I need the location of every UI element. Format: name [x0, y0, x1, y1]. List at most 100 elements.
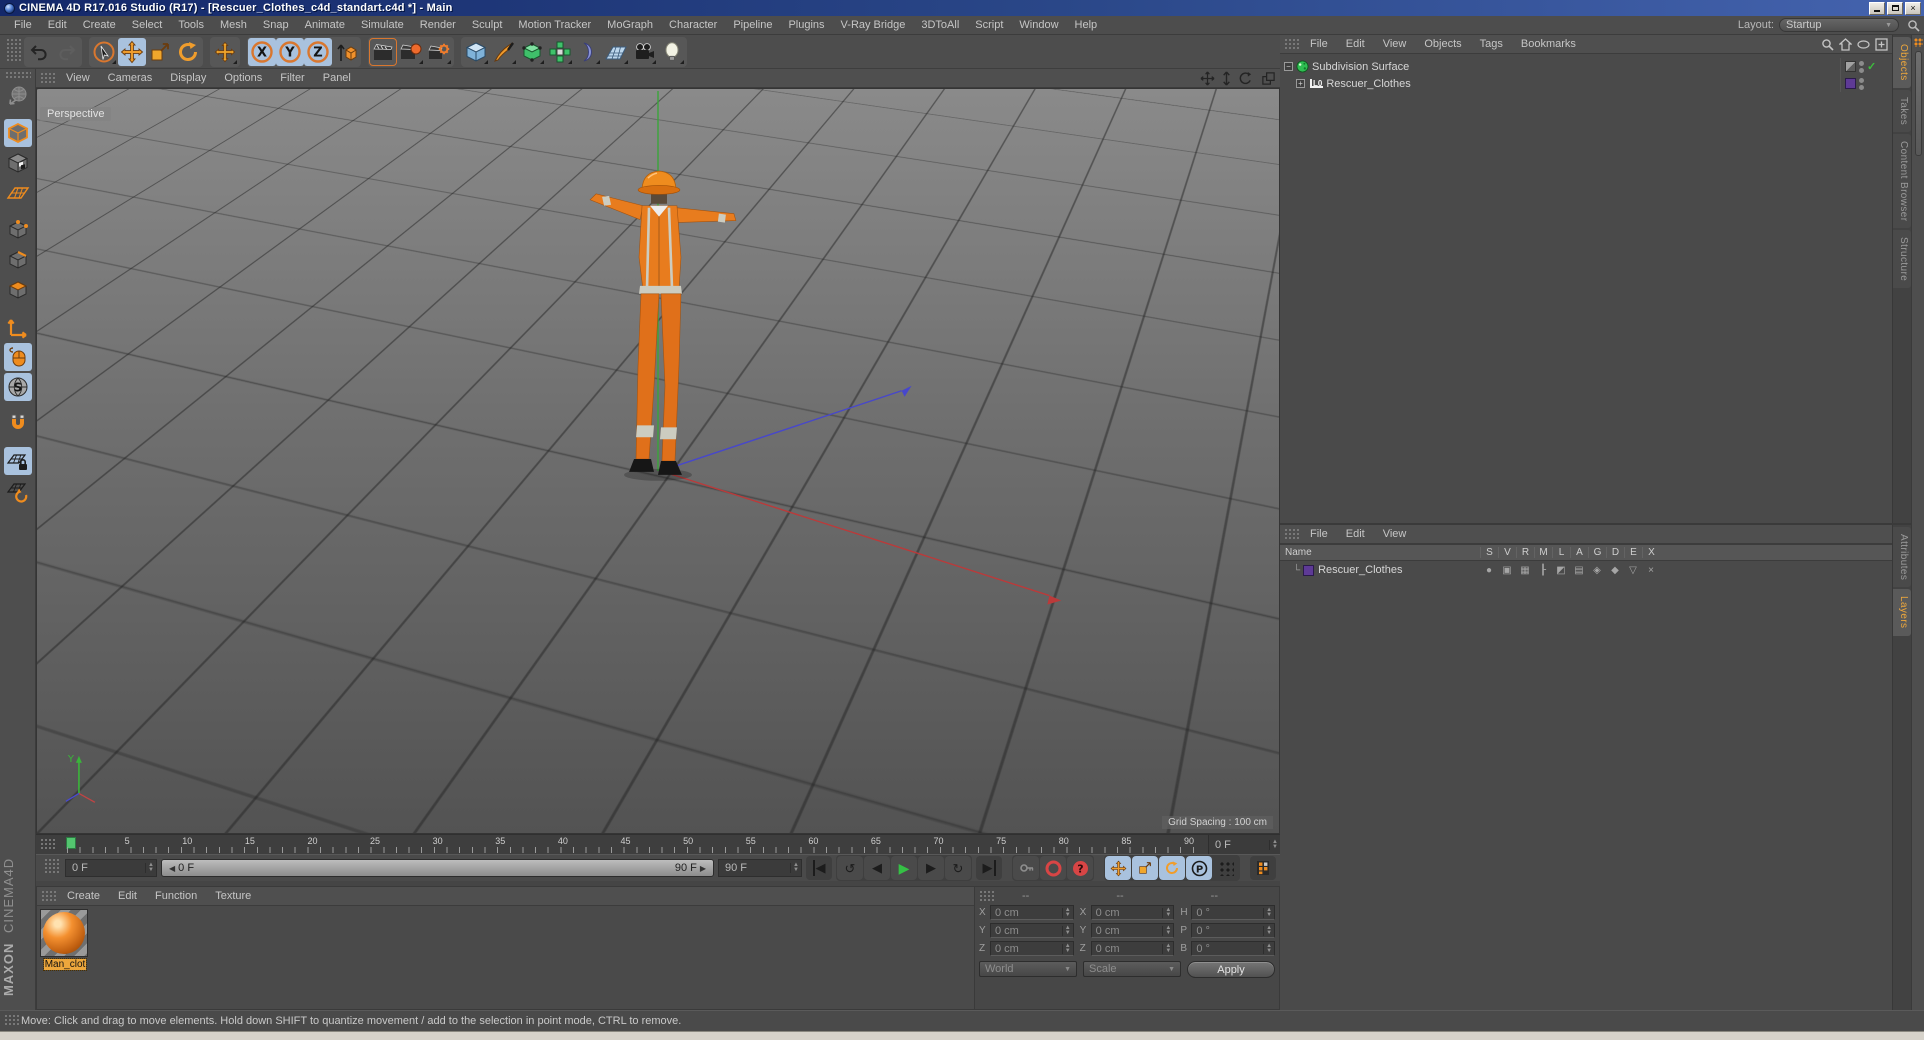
record-keyframe-button[interactable] — [1013, 856, 1039, 880]
tab-takes[interactable]: Takes — [1893, 90, 1911, 132]
size-z-field[interactable]: 0 cm ▲ ▼ — [1091, 941, 1175, 956]
menu-item[interactable]: Pipeline — [725, 17, 780, 33]
goto-end-button[interactable]: ▶ — [976, 856, 1002, 880]
layer-toggle-icon[interactable]: ◆ — [1606, 565, 1624, 576]
perspective-viewport[interactable]: Y Perspective Grid Spacing : 100 cm — [36, 88, 1280, 834]
layer-toggle-icon[interactable]: ▤ — [1570, 565, 1588, 576]
snap-settings-button[interactable]: S — [4, 373, 32, 401]
viewport-maximize-icon[interactable] — [1261, 71, 1276, 86]
tab-objects[interactable]: Objects — [1893, 37, 1911, 88]
object-manager-menu-item[interactable]: View — [1374, 36, 1416, 52]
layer-toggle-icon[interactable]: ● — [1480, 565, 1498, 576]
key-position-toggle[interactable] — [1105, 856, 1131, 880]
layer-toggle-icon[interactable]: ▽ — [1624, 565, 1642, 576]
layer-name[interactable]: Rescuer_Clothes — [1318, 564, 1402, 576]
make-editable-button[interactable] — [4, 82, 32, 110]
toolbar-grip[interactable] — [5, 37, 21, 63]
object-name[interactable]: Subdivision Surface — [1312, 61, 1409, 73]
enable-snap-button[interactable] — [4, 410, 32, 438]
last-used-tool[interactable] — [211, 38, 239, 66]
play-button[interactable]: ▶ — [891, 856, 917, 880]
material-menubar-grip[interactable] — [40, 889, 56, 902]
layer-column-header[interactable]: R — [1516, 547, 1534, 558]
transport-grip[interactable] — [43, 857, 59, 875]
visibility-dots-icon[interactable] — [1859, 61, 1864, 73]
menu-item[interactable]: Create — [75, 17, 124, 33]
coords-grip[interactable] — [978, 889, 994, 902]
minimize-button[interactable] — [1869, 2, 1885, 15]
position-z-field[interactable]: 0 cm ▲ ▼ — [990, 941, 1074, 956]
layer-column-header[interactable]: A — [1570, 547, 1588, 558]
rescuer-character-model[interactable] — [590, 171, 736, 475]
status-grip[interactable] — [3, 1013, 19, 1026]
layer-column-header[interactable]: V — [1498, 547, 1516, 558]
transform-mode-dropdown[interactable]: Scale ▼ — [1083, 961, 1181, 977]
home-icon[interactable] — [1839, 38, 1852, 51]
object-manager-menu-item[interactable]: Objects — [1415, 36, 1470, 52]
spinner-arrows-icon[interactable]: ▲ ▼ — [145, 863, 156, 873]
key-rotation-toggle[interactable] — [1159, 856, 1185, 880]
render-to-picture-viewer-button[interactable] — [397, 38, 425, 66]
object-row-rescuer-clothes[interactable]: + L0 Rescuer_Clothes — [1280, 75, 1892, 92]
previous-frame-button[interactable]: ◀ — [864, 856, 890, 880]
menu-item[interactable]: Animate — [297, 17, 353, 33]
rotation-p-field[interactable]: 0 ° ▲ ▼ — [1191, 923, 1275, 938]
restore-button[interactable] — [1887, 2, 1903, 15]
range-left-handle[interactable]: ◀ — [166, 864, 178, 873]
lock-workplane-button[interactable] — [4, 447, 32, 475]
layer-toggle-icon[interactable]: ┠ — [1534, 565, 1552, 576]
layer-toggle-icon[interactable]: ◩ — [1552, 565, 1570, 576]
tweak-mode-button[interactable] — [4, 343, 32, 371]
menu-item[interactable]: Mesh — [212, 17, 255, 33]
material-name[interactable]: Man_clot — [44, 959, 87, 970]
workplane-mode-button[interactable] — [4, 179, 32, 207]
menu-item[interactable]: Help — [1067, 17, 1106, 33]
menu-item[interactable]: File — [6, 17, 40, 33]
close-button[interactable]: × — [1905, 2, 1921, 15]
size-y-field[interactable]: 0 cm ▲ ▼ — [1091, 923, 1175, 938]
render-settings-button[interactable] — [425, 38, 453, 66]
layer-menu-item[interactable]: Edit — [1337, 526, 1374, 542]
object-name[interactable]: Rescuer_Clothes — [1326, 78, 1410, 90]
add-cube-primitive-button[interactable] — [462, 38, 490, 66]
layer-column-header[interactable]: G — [1588, 547, 1606, 558]
menu-item[interactable]: Select — [124, 17, 171, 33]
spinner-arrows-icon[interactable]: ▲ ▼ — [1269, 840, 1280, 850]
layer-manager-grip[interactable] — [1283, 527, 1299, 540]
next-frame-button[interactable]: ▶ — [918, 856, 944, 880]
add-light-button[interactable] — [658, 38, 686, 66]
palette-grip[interactable] — [5, 71, 31, 79]
menu-item[interactable]: Snap — [255, 17, 297, 33]
viewport-zoom-icon[interactable] — [1219, 71, 1234, 86]
name-column-header[interactable]: Name — [1280, 547, 1480, 558]
search-icon[interactable] — [1821, 38, 1834, 51]
expand-icon[interactable]: + — [1296, 79, 1305, 88]
menu-item[interactable]: Render — [412, 17, 464, 33]
timeline-window-button[interactable] — [1250, 856, 1276, 880]
position-y-field[interactable]: 0 cm ▲ ▼ — [990, 923, 1074, 938]
viewport-rotate-icon[interactable] — [1238, 71, 1253, 86]
camera-label[interactable]: Perspective — [40, 107, 111, 121]
rotate-tool[interactable] — [174, 38, 202, 66]
z-axis-lock-button[interactable]: Z — [304, 38, 332, 66]
material-menu-item[interactable]: Create — [58, 888, 109, 904]
add-deformer-button[interactable] — [574, 38, 602, 66]
layer-column-header[interactable]: D — [1606, 547, 1624, 558]
layer-assign-icon[interactable] — [1845, 61, 1856, 72]
edges-mode-button[interactable] — [4, 246, 32, 274]
menu-item[interactable]: MoGraph — [599, 17, 661, 33]
scale-tool[interactable] — [146, 38, 174, 66]
material-thumbnail[interactable] — [40, 909, 88, 957]
viewport-menubar-grip[interactable] — [39, 71, 55, 84]
material-menu-item[interactable]: Function — [146, 888, 206, 904]
y-axis-lock-button[interactable]: Y — [276, 38, 304, 66]
key-parameter-toggle[interactable]: P — [1186, 856, 1212, 880]
menu-item[interactable]: Motion Tracker — [510, 17, 599, 33]
enable-axis-button[interactable] — [4, 313, 32, 341]
viewport-menu-item[interactable]: View — [57, 70, 99, 86]
layer-toggle-icon[interactable]: ▣ — [1498, 565, 1516, 576]
preview-range-slider[interactable]: ◀ 0 F 90 F ▶ — [161, 859, 714, 877]
material-menu-item[interactable]: Texture — [206, 888, 260, 904]
menu-item[interactable]: Script — [967, 17, 1011, 33]
layer-column-header[interactable]: E — [1624, 547, 1642, 558]
